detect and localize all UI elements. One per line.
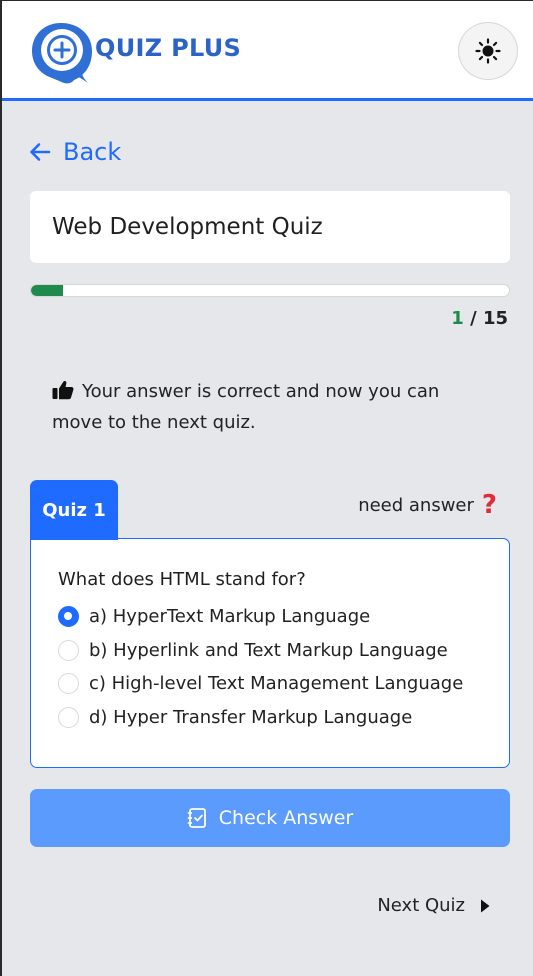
answer-option[interactable]: d) Hyper Transfer Markup Language xyxy=(58,701,483,735)
tab-quiz-1[interactable]: Quiz 1 xyxy=(30,480,118,540)
arrow-left-icon xyxy=(30,143,51,161)
feedback-message: Your answer is correct and now you can m… xyxy=(52,376,492,438)
question-card: What does HTML stand for? a) HyperText M… xyxy=(30,538,510,768)
answer-option[interactable]: b) Hyperlink and Text Markup Language xyxy=(58,634,483,668)
question-mark-icon[interactable]: ? xyxy=(482,492,497,518)
next-quiz-label: Next Quiz xyxy=(377,895,465,916)
check-answer-button[interactable]: Check Answer xyxy=(30,789,510,847)
answer-option-label: d) Hyper Transfer Markup Language xyxy=(89,706,413,728)
quiz-plus-logo-icon xyxy=(32,23,92,84)
thumbs-up-icon xyxy=(52,380,74,400)
feedback-text: Your answer is correct and now you can m… xyxy=(52,381,440,433)
need-answer-label: need answer xyxy=(358,494,474,516)
radio-button[interactable] xyxy=(58,706,79,728)
next-quiz-link[interactable]: Next Quiz xyxy=(377,895,491,916)
answer-option-label: b) Hyperlink and Text Markup Language xyxy=(89,639,448,661)
progress-fill xyxy=(31,285,63,296)
brand-title: QUIZ PLUS xyxy=(95,34,242,62)
progress-total: 15 xyxy=(482,308,508,329)
checklist-icon xyxy=(187,808,206,828)
progress-separator: / xyxy=(470,308,477,329)
answer-option[interactable]: a) HyperText Markup Language xyxy=(58,600,483,634)
radio-button[interactable] xyxy=(58,606,79,628)
question-text: What does HTML stand for? xyxy=(58,569,306,590)
progress-bar xyxy=(30,284,510,297)
back-link[interactable]: Back xyxy=(29,136,121,168)
check-answer-label: Check Answer xyxy=(218,807,354,829)
need-answer-hint: need answer ? xyxy=(358,492,497,518)
sun-icon xyxy=(475,38,501,64)
app-header: QUIZ PLUS xyxy=(2,1,533,101)
theme-toggle-button[interactable] xyxy=(458,22,518,80)
tab-quiz-label: Quiz 1 xyxy=(42,499,106,521)
radio-button[interactable] xyxy=(58,639,79,661)
back-label: Back xyxy=(63,138,122,166)
progress-counter: 1 / 15 xyxy=(451,308,508,329)
caret-right-icon xyxy=(481,899,490,912)
answer-options: a) HyperText Markup Language b) Hyperlink… xyxy=(58,600,483,734)
quiz-title: Web Development Quiz xyxy=(52,214,323,240)
progress-current: 1 xyxy=(451,308,464,329)
quiz-title-card: Web Development Quiz xyxy=(30,191,510,263)
radio-button[interactable] xyxy=(58,673,79,695)
answer-option-label: a) HyperText Markup Language xyxy=(89,606,371,628)
answer-option-label: c) High-level Text Management Language xyxy=(89,673,464,695)
answer-option[interactable]: c) High-level Text Management Language xyxy=(58,667,483,701)
